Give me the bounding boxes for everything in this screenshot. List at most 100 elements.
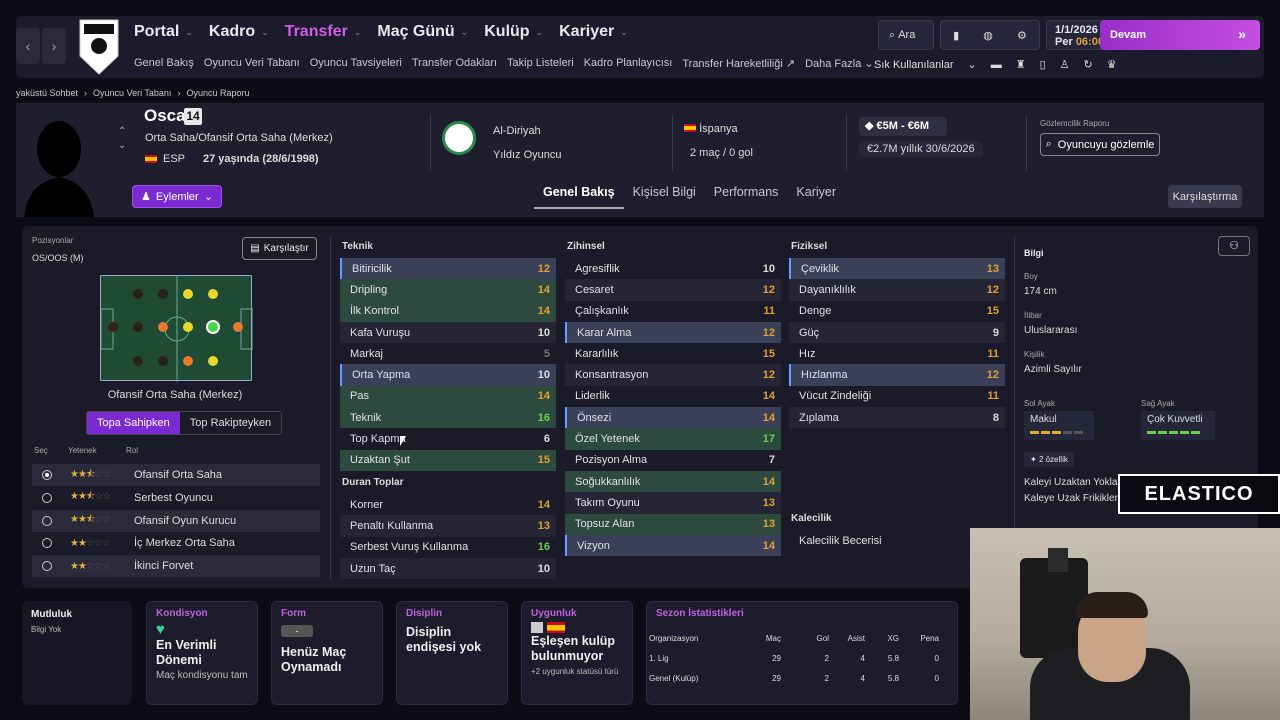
club-badge-icon[interactable] bbox=[442, 121, 476, 155]
role-radio[interactable] bbox=[42, 561, 52, 572]
attribute-row[interactable]: Pas 14 bbox=[340, 385, 556, 408]
attribute-row[interactable]: Güç 9 bbox=[789, 321, 1005, 344]
subnav-takip[interactable]: Takip Listeleri bbox=[507, 57, 574, 70]
attribute-row[interactable]: Korner 14 bbox=[340, 494, 556, 515]
subnav-odaklar[interactable]: Transfer Odakları bbox=[412, 57, 497, 70]
form-card[interactable]: Form - Henüz Maç Oynamadı bbox=[271, 601, 383, 705]
trophy-icon[interactable]: ♛ bbox=[1107, 58, 1117, 71]
attribute-row[interactable]: Cesaret 12 bbox=[565, 279, 781, 301]
discipline-card[interactable]: Disiplin Disiplin endişesi yok bbox=[396, 601, 508, 705]
person-settings-icon[interactable]: ⚇ bbox=[1218, 236, 1250, 256]
attribute-row[interactable]: Uzaktan Şut 15 bbox=[340, 449, 556, 471]
attribute-row[interactable]: Uzun Taç 10 bbox=[340, 557, 556, 580]
nav-kadro[interactable]: Kadro ⌄ bbox=[209, 23, 269, 41]
attribute-row[interactable]: Özel Yetenek 17 bbox=[565, 428, 781, 450]
forward-arrow-icon[interactable]: › bbox=[42, 28, 66, 64]
in-possession-button[interactable]: Topa Sahipken bbox=[87, 412, 180, 434]
subnav-kadro-plan[interactable]: Kadro Planlayıcısı bbox=[584, 57, 673, 70]
nav-portal[interactable]: Portal ⌄ bbox=[134, 23, 193, 41]
attribute-row[interactable]: Pozisyon Alma 7 bbox=[565, 450, 781, 471]
role-radio[interactable] bbox=[42, 538, 52, 549]
role-radio[interactable] bbox=[42, 492, 52, 503]
role-row[interactable]: ★★☆☆☆ İkinci Forvet bbox=[32, 555, 320, 578]
refresh-icon[interactable]: ↻ bbox=[1084, 58, 1093, 71]
staff-icon[interactable]: ♙ bbox=[1060, 58, 1070, 71]
condition-card[interactable]: Kondisyon ♥ En Verimli Dönemi Maç kondis… bbox=[146, 601, 258, 705]
attribute-row[interactable]: Liderlik 14 bbox=[565, 386, 781, 407]
attribute-row[interactable]: Vizyon 14 bbox=[565, 534, 781, 557]
phone-icon[interactable]: ▯ bbox=[1040, 58, 1046, 71]
eligibility-card[interactable]: Uygunluk Eşleşen kulüp bulunmuyor +2 uyg… bbox=[521, 601, 633, 705]
attribute-row[interactable]: Orta Yapma 10 bbox=[340, 364, 556, 386]
attribute-row[interactable]: Vücut Zindeliği 11 bbox=[789, 386, 1005, 407]
attribute-row[interactable]: Teknik 16 bbox=[340, 407, 556, 429]
breadcrumb-item[interactable]: Oyuncu Veri Tabanı bbox=[93, 88, 171, 98]
traits-badge[interactable]: ✦ 2 özellik bbox=[1024, 452, 1074, 467]
attribute-row[interactable]: Zıplama 8 bbox=[789, 407, 1005, 429]
role-row[interactable]: ★★⯪☆☆ Ofansif Orta Saha bbox=[32, 464, 320, 486]
subnav-oyuncu-veri[interactable]: Oyuncu Veri Tabanı bbox=[204, 57, 300, 70]
attribute-row[interactable]: İlk Kontrol 14 bbox=[340, 300, 556, 322]
nav-kulup[interactable]: Kulüp ⌄ bbox=[484, 23, 543, 41]
breadcrumb-item[interactable]: yaküstü Sohbet bbox=[16, 88, 78, 98]
attribute-row[interactable]: Serbest Vuruş Kullanma 16 bbox=[340, 537, 556, 558]
chevron-down-icon[interactable]: ⌄ bbox=[968, 58, 977, 71]
tab-genel-bakis[interactable]: Genel Bakış bbox=[534, 181, 624, 209]
attribute-row[interactable]: Bitiricilik 12 bbox=[340, 258, 556, 280]
search-button[interactable]: ⌕ Ara bbox=[878, 20, 934, 50]
attribute-row[interactable]: Kararlılık 15 bbox=[565, 343, 781, 364]
country-name[interactable]: İspanya bbox=[699, 123, 738, 135]
player-nav-arrows[interactable]: ⌃ ⌄ bbox=[118, 125, 126, 153]
gear-icon[interactable]: ⚙ bbox=[1017, 29, 1027, 42]
attribute-row[interactable]: Hız 11 bbox=[789, 343, 1005, 364]
tab-performans[interactable]: Performans bbox=[705, 181, 788, 209]
season-stats-card[interactable]: Sezon İstatistikleri Organizasyon Maç Gol A… bbox=[646, 601, 958, 705]
role-row[interactable]: ★★⯪☆☆ Serbest Oyuncu bbox=[32, 487, 320, 509]
subnav-hareketlilik[interactable]: Transfer Hareketliliği ↗ bbox=[682, 57, 795, 70]
attribute-row[interactable]: Denge 15 bbox=[789, 301, 1005, 322]
subnav-tavsiyeler[interactable]: Oyuncu Tavsiyeleri bbox=[310, 57, 402, 70]
club-name[interactable]: Al-Diriyah bbox=[493, 119, 561, 143]
scout-button[interactable]: ⌕ Oyuncuyu gözlemle bbox=[1040, 133, 1160, 156]
role-row[interactable]: ★★☆☆☆ İç Merkez Orta Saha bbox=[32, 532, 320, 554]
attribute-row[interactable]: Önsezi 14 bbox=[565, 407, 781, 429]
subnav-daha-fazla[interactable]: Daha Fazla ⌄ bbox=[805, 57, 874, 70]
nav-kariyer[interactable]: Kariyer ⌄ bbox=[559, 23, 628, 41]
attribute-row[interactable]: Topsuz Alan 13 bbox=[565, 513, 781, 535]
nav-transfer[interactable]: Transfer ⌄ bbox=[285, 23, 362, 41]
attribute-row[interactable]: Dayanıklılık 12 bbox=[789, 279, 1005, 301]
attribute-row[interactable]: Kafa Vuruşu 10 bbox=[340, 321, 556, 344]
attribute-row[interactable]: Konsantrasyon 12 bbox=[565, 364, 781, 386]
out-of-possession-button[interactable]: Top Rakipteyken bbox=[180, 412, 281, 434]
tab-kariyer[interactable]: Kariyer bbox=[787, 181, 845, 209]
nav-mac-gunu[interactable]: Maç Günü ⌄ bbox=[377, 23, 468, 41]
attribute-row[interactable]: Dripling 14 bbox=[340, 279, 556, 301]
tab-kisisel-bilgi[interactable]: Kişisel Bilgi bbox=[624, 181, 705, 209]
globe-icon[interactable]: ◍ bbox=[983, 29, 993, 42]
date-box[interactable]: 1/1/2026 Per 06:00 bbox=[1046, 20, 1108, 50]
attribute-row[interactable]: Markaj 5 bbox=[340, 343, 556, 364]
favorites-label[interactable]: Sık Kullanılanlar bbox=[874, 59, 954, 71]
back-arrow-icon[interactable]: ‹ bbox=[16, 28, 40, 64]
shirt-icon[interactable]: ♜ bbox=[1016, 58, 1026, 71]
attribute-row[interactable]: Hızlanma 12 bbox=[789, 364, 1005, 386]
attribute-row[interactable]: Çeviklik 13 bbox=[789, 258, 1005, 280]
bookmark-icon[interactable]: ▮ bbox=[953, 29, 959, 42]
continue-button[interactable]: Devam » bbox=[1100, 20, 1260, 50]
attribute-row[interactable]: Penaltı Kullanma 13 bbox=[340, 515, 556, 537]
role-radio[interactable] bbox=[42, 470, 52, 480]
attribute-row[interactable]: Soğukkanlılık 14 bbox=[565, 470, 781, 493]
attribute-row[interactable]: Takım Oyunu 13 bbox=[565, 492, 781, 514]
attribute-row[interactable]: Top Kapma 6 bbox=[340, 428, 556, 449]
subnav-genel-bakis[interactable]: Genel Bakış bbox=[134, 57, 194, 70]
compare-positions-button[interactable]: ▤ Karşılaştır bbox=[242, 237, 317, 260]
role-radio[interactable] bbox=[42, 515, 52, 526]
attribute-row[interactable]: Agresiflik 10 bbox=[565, 258, 781, 279]
role-row[interactable]: ★★⯪☆☆ Ofansif Oyun Kurucu bbox=[32, 509, 320, 532]
attribute-row[interactable]: Çalışkanlık 11 bbox=[565, 301, 781, 322]
compare-button[interactable]: Karşılaştırma bbox=[1168, 185, 1242, 208]
attribute-row[interactable]: Karar Alma 12 bbox=[565, 321, 781, 344]
actions-button[interactable]: ♟ Eylemler ⌄ bbox=[132, 185, 222, 208]
position-pitch[interactable] bbox=[100, 275, 253, 382]
chat-icon[interactable]: ▬ bbox=[991, 59, 1002, 71]
